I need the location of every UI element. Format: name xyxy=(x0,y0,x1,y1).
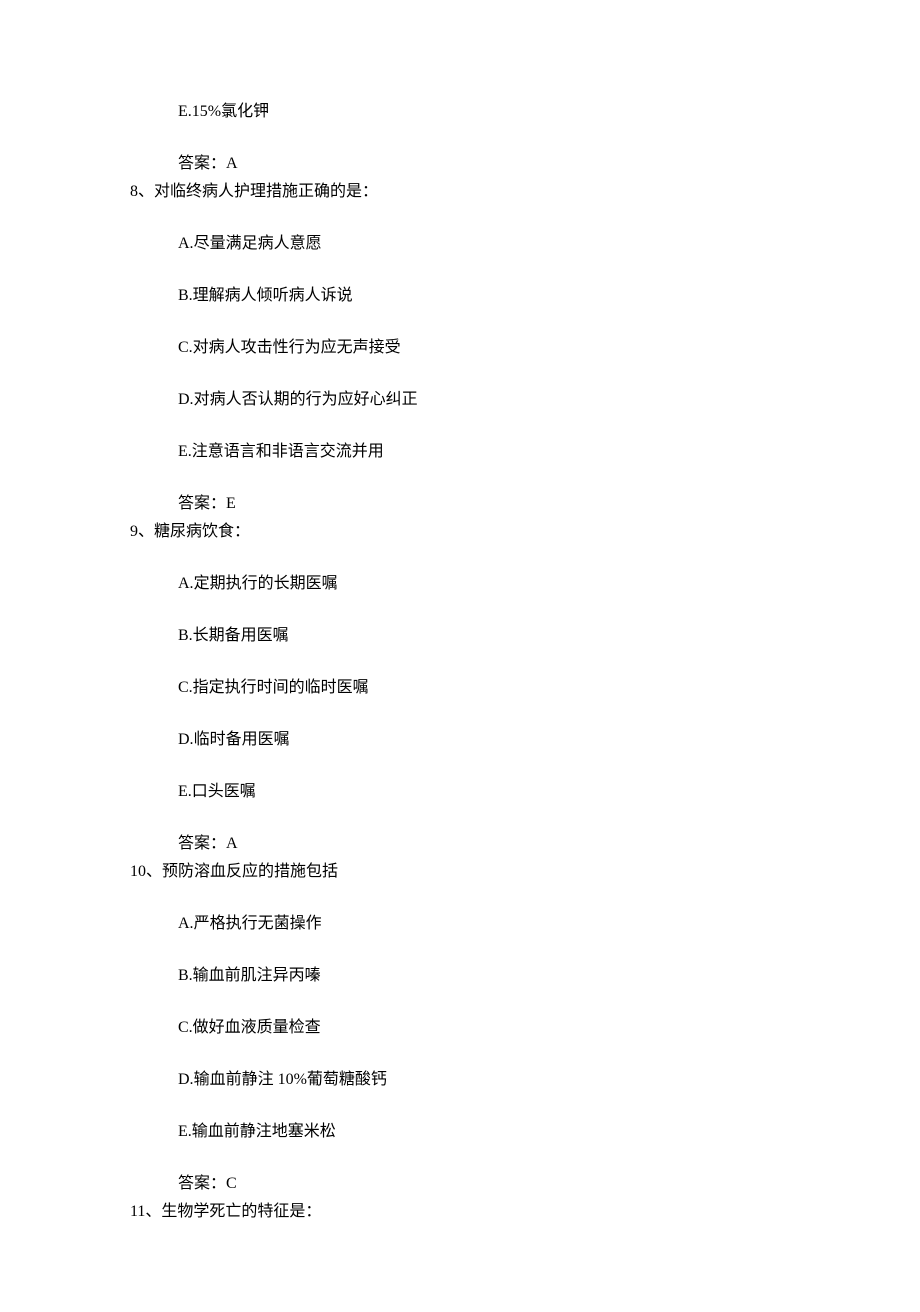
option-row: C.对病人攻击性行为应无声接受 xyxy=(130,336,790,360)
option-text: 尽量满足病人意愿 xyxy=(194,235,322,252)
question-heading: 11、生物学死亡的特征是： xyxy=(130,1200,790,1224)
answer-prefix: 答案： xyxy=(178,835,226,852)
option-row: D.输血前静注 10%葡萄糖酸钙 xyxy=(130,1068,790,1092)
question-number: 9、 xyxy=(130,523,154,540)
option-text: 理解病人倾听病人诉说 xyxy=(193,287,353,304)
question-number: 10、 xyxy=(130,863,162,880)
orphan-option-block: E.15%氯化钾 答案：A xyxy=(130,100,790,176)
answer-prefix: 答案： xyxy=(178,155,226,172)
option-label: B. xyxy=(178,627,193,644)
option-label: C. xyxy=(178,339,193,356)
option-row: A.严格执行无菌操作 xyxy=(130,912,790,936)
option-label: D. xyxy=(178,391,194,408)
answer-row: 答案：A xyxy=(130,832,790,856)
option-label: A. xyxy=(178,235,194,252)
question-block: 10、预防溶血反应的措施包括 A.严格执行无菌操作 B.输血前肌注异丙嗪 C.做… xyxy=(130,860,790,1196)
answer-row: 答案：A xyxy=(130,152,790,176)
question-block: 11、生物学死亡的特征是： xyxy=(130,1200,790,1224)
option-text: 输血前静注地塞米松 xyxy=(192,1123,336,1140)
answer-prefix: 答案： xyxy=(178,495,226,512)
option-text: 做好血液质量检查 xyxy=(193,1019,321,1036)
option-label: D. xyxy=(178,731,194,748)
option-row: C.指定执行时间的临时医嘱 xyxy=(130,676,790,700)
option-row: B.理解病人倾听病人诉说 xyxy=(130,284,790,308)
answer-value: A xyxy=(226,835,238,852)
option-text: 临时备用医嘱 xyxy=(194,731,290,748)
answer-row: 答案：C xyxy=(130,1172,790,1196)
option-row: B.长期备用医嘱 xyxy=(130,624,790,648)
answer-value: A xyxy=(226,155,238,172)
option-row: C.做好血液质量检查 xyxy=(130,1016,790,1040)
question-text: 糖尿病饮食： xyxy=(154,523,250,540)
option-label: D. xyxy=(178,1071,194,1088)
answer-prefix: 答案： xyxy=(178,1175,226,1192)
option-row: E.口头医嘱 xyxy=(130,780,790,804)
option-row: D.对病人否认期的行为应好心纠正 xyxy=(130,388,790,412)
answer-value: E xyxy=(226,495,236,512)
option-text: 严格执行无菌操作 xyxy=(194,915,322,932)
question-heading: 9、糖尿病饮食： xyxy=(130,520,790,544)
option-text: 对病人攻击性行为应无声接受 xyxy=(193,339,401,356)
option-row: E.输血前静注地塞米松 xyxy=(130,1120,790,1144)
option-text: 注意语言和非语言交流并用 xyxy=(192,443,384,460)
option-label: B. xyxy=(178,967,193,984)
option-text: 输血前肌注异丙嗪 xyxy=(193,967,321,984)
question-block: 9、糖尿病饮食： A.定期执行的长期医嘱 B.长期备用医嘱 C.指定执行时间的临… xyxy=(130,520,790,856)
option-label: C. xyxy=(178,1019,193,1036)
question-heading: 8、对临终病人护理措施正确的是： xyxy=(130,180,790,204)
option-row: B.输血前肌注异丙嗪 xyxy=(130,964,790,988)
question-text: 生物学死亡的特征是： xyxy=(161,1203,321,1220)
option-row: A.定期执行的长期医嘱 xyxy=(130,572,790,596)
option-text: 定期执行的长期医嘱 xyxy=(194,575,338,592)
document-page: E.15%氯化钾 答案：A 8、对临终病人护理措施正确的是： A.尽量满足病人意… xyxy=(0,0,920,1312)
question-heading: 10、预防溶血反应的措施包括 xyxy=(130,860,790,884)
question-text: 预防溶血反应的措施包括 xyxy=(162,863,338,880)
option-label: E. xyxy=(178,1123,192,1140)
answer-value: C xyxy=(226,1175,237,1192)
option-row: E.15%氯化钾 xyxy=(130,100,790,124)
option-label: A. xyxy=(178,915,194,932)
option-label: E. xyxy=(178,103,192,120)
answer-row: 答案：E xyxy=(130,492,790,516)
option-text: 对病人否认期的行为应好心纠正 xyxy=(194,391,418,408)
option-text: 指定执行时间的临时医嘱 xyxy=(193,679,369,696)
option-text: 口头医嘱 xyxy=(192,783,256,800)
option-text: 15%氯化钾 xyxy=(192,103,269,120)
option-text: 输血前静注 10%葡萄糖酸钙 xyxy=(194,1071,387,1088)
question-number: 8、 xyxy=(130,183,154,200)
question-text: 对临终病人护理措施正确的是： xyxy=(154,183,378,200)
option-label: A. xyxy=(178,575,194,592)
option-row: E.注意语言和非语言交流并用 xyxy=(130,440,790,464)
option-text: 长期备用医嘱 xyxy=(193,627,289,644)
option-label: C. xyxy=(178,679,193,696)
option-row: D.临时备用医嘱 xyxy=(130,728,790,752)
question-number: 11、 xyxy=(130,1203,161,1220)
option-label: B. xyxy=(178,287,193,304)
option-row: A.尽量满足病人意愿 xyxy=(130,232,790,256)
option-label: E. xyxy=(178,783,192,800)
question-block: 8、对临终病人护理措施正确的是： A.尽量满足病人意愿 B.理解病人倾听病人诉说… xyxy=(130,180,790,516)
option-label: E. xyxy=(178,443,192,460)
